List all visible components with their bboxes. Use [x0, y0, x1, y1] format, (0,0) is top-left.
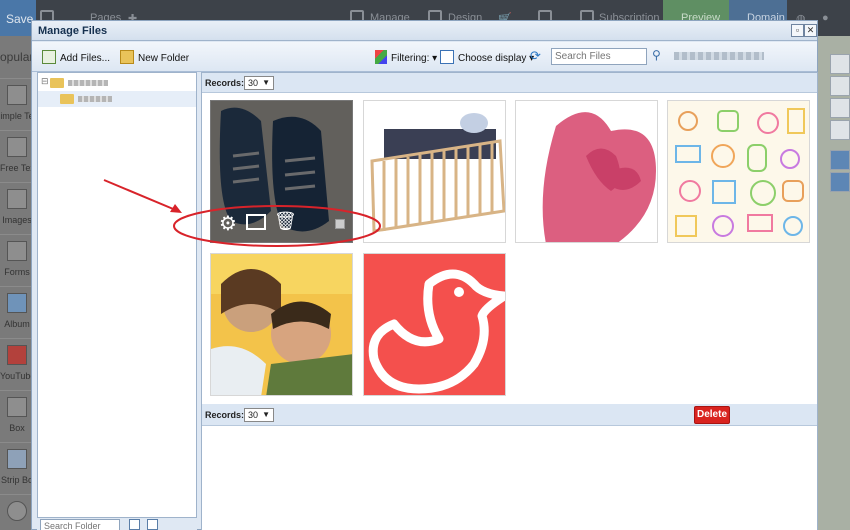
gear-icon[interactable]: ⚙ — [219, 211, 237, 236]
display-icon — [440, 50, 454, 64]
folder-search-icon[interactable] — [129, 519, 140, 530]
choose-display-dropdown[interactable]: Choose display ▾ — [440, 50, 534, 64]
album-icon — [7, 293, 27, 313]
palette-item-forms[interactable]: Forms — [0, 234, 34, 286]
records-bar-bottom: Records: 30 ▼ Delete — [202, 404, 817, 426]
crib-image — [364, 101, 505, 242]
palette-label: YouTube — [0, 371, 34, 381]
youtube-icon — [7, 345, 27, 365]
duck-logo-image — [364, 254, 505, 395]
select-checkbox[interactable] — [335, 219, 345, 229]
records-per-page-select[interactable]: 30 ▼ — [244, 408, 274, 422]
form-icon — [7, 241, 27, 261]
palette-item-emoji[interactable] — [0, 494, 34, 530]
palette-item-free-text[interactable]: Free Tex — [0, 130, 34, 182]
palette-label: Box — [9, 423, 25, 433]
chevron-down-icon: ▼ — [262, 410, 270, 419]
redacted-folder-name — [78, 96, 112, 102]
records-per-page-select[interactable]: 30 ▼ — [244, 76, 274, 90]
palette-label: Forms — [4, 267, 30, 277]
palette-item-simple-text[interactable]: imple Te — [0, 78, 34, 130]
tree-footer — [37, 518, 197, 530]
maximize-button[interactable]: ▫ — [791, 24, 804, 37]
palette-item-box[interactable]: Box — [0, 390, 34, 442]
file-thumbnail-heart-box[interactable] — [515, 100, 658, 243]
smiley-icon — [7, 501, 27, 521]
filtering-label: Filtering: — [391, 53, 430, 64]
widget-palette: opular imple Te Free Tex Images Forms Al… — [0, 36, 34, 530]
search-files-input[interactable] — [551, 48, 647, 65]
delete-button[interactable]: Delete — [694, 406, 730, 424]
list-icon[interactable] — [147, 519, 158, 530]
tree-root-folder[interactable]: ⊟ — [38, 75, 196, 91]
add-files-button[interactable]: Add Files... — [42, 50, 110, 64]
records-label: Records: — [205, 410, 245, 420]
tree-subfolder[interactable] — [38, 91, 196, 107]
search-folder-input[interactable] — [40, 519, 120, 530]
file-thumbnail-crib[interactable] — [363, 100, 506, 243]
family-photo-image — [211, 254, 352, 395]
expand-icon[interactable]: ⊟ — [41, 76, 49, 87]
refresh-icon[interactable]: ⟳ — [530, 48, 541, 64]
redacted-folder-name — [68, 80, 108, 86]
user-icon[interactable]: ● — [822, 12, 829, 24]
info-icon[interactable] — [830, 54, 850, 74]
dialog-title: Manage Files — [38, 25, 108, 37]
file-thumbnail-baby-pattern[interactable] — [667, 100, 810, 243]
palette-heading: opular — [0, 50, 34, 64]
filter-icon — [375, 50, 387, 64]
records-label: Records: — [205, 78, 245, 88]
choose-display-label: Choose display — [458, 53, 527, 64]
manage-files-dialog: Manage Files ▫ ✕ Add Files... New Folder… — [31, 20, 818, 530]
target-icon[interactable] — [830, 172, 850, 192]
palette-label: Strip Bo — [0, 475, 33, 485]
history-icon[interactable] — [830, 120, 850, 140]
strip-icon — [7, 449, 27, 469]
palette-item-youtube[interactable]: YouTube — [0, 338, 34, 390]
file-thumbnail-family-photo[interactable] — [210, 253, 353, 396]
palette-label: Images — [2, 215, 32, 225]
records-value: 30 — [248, 78, 259, 88]
palette-item-album[interactable]: Album — [0, 286, 34, 338]
filtering-dropdown[interactable]: Filtering: ▾ — [375, 50, 437, 64]
redo-icon[interactable] — [830, 98, 850, 118]
text-icon — [7, 85, 27, 105]
file-thumbnail-duck-logo[interactable] — [363, 253, 506, 396]
chevron-down-icon: ▼ — [262, 78, 270, 87]
chevron-down-icon: ▾ — [432, 53, 438, 64]
records-value: 30 — [248, 410, 259, 420]
palette-item-strip-box[interactable]: Strip Bo — [0, 442, 34, 494]
records-bar-top: Records: 30 ▼ — [202, 73, 817, 93]
folder-icon — [60, 94, 74, 104]
trash-icon[interactable]: 🗑 — [274, 211, 297, 232]
box-icon — [7, 397, 27, 417]
palette-label: Album — [4, 319, 30, 329]
file-thumbnail-shoes[interactable]: ⚙ 🗑 — [210, 100, 353, 243]
magnet-icon[interactable] — [830, 150, 850, 170]
folder-add-icon — [120, 50, 134, 64]
folder-tree: ⊟ — [37, 72, 197, 518]
thumbnail-actions: ⚙ 🗑 — [211, 209, 352, 242]
image-icon[interactable] — [246, 214, 266, 230]
undo-icon[interactable] — [830, 76, 850, 96]
new-folder-button[interactable]: New Folder — [120, 50, 189, 64]
baby-pattern-image — [668, 101, 809, 242]
document-icon — [7, 137, 27, 157]
save-label: Save — [6, 12, 34, 26]
new-folder-label: New Folder — [138, 53, 190, 64]
add-file-icon — [42, 50, 56, 64]
redacted-account-text — [674, 52, 764, 60]
folder-icon — [50, 78, 64, 88]
palette-label: imple Te — [0, 111, 34, 121]
palette-label: Free Tex — [0, 163, 34, 173]
image-icon — [7, 189, 27, 209]
dialog-title-bar: Manage Files ▫ ✕ — [32, 21, 817, 41]
dialog-toolbar: Add Files... New Folder Filtering: ▾ Cho… — [32, 42, 817, 72]
close-button[interactable]: ✕ — [804, 24, 817, 37]
palette-item-images[interactable]: Images — [0, 182, 34, 234]
files-panel: Records: 30 ▼ ⚙ 🗑 Records: 30 ▼ Delete — [201, 72, 818, 530]
add-files-label: Add Files... — [60, 53, 111, 64]
search-icon[interactable]: ⚲ — [652, 48, 661, 62]
heart-box-image — [516, 101, 657, 242]
